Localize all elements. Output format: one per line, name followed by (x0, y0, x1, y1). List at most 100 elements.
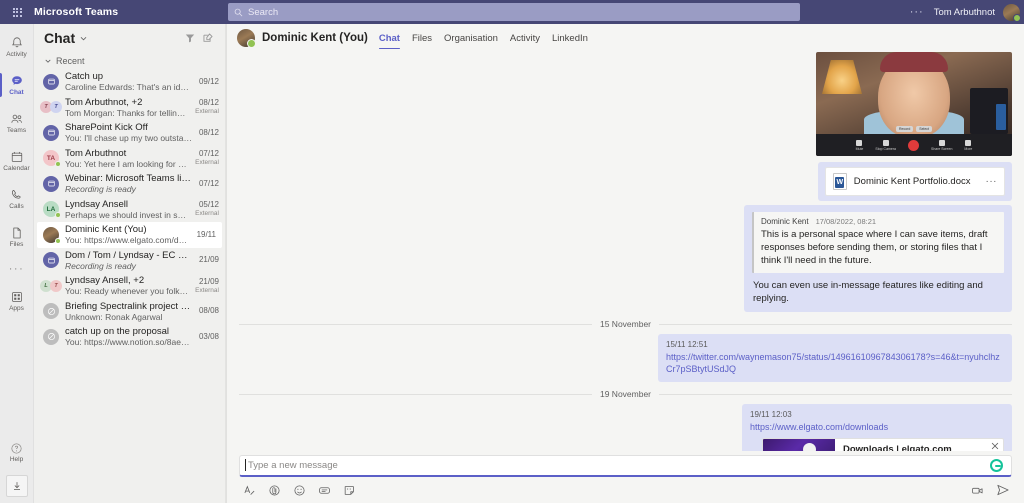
chat-list-section-recent[interactable]: Recent (34, 52, 225, 69)
file-card[interactable]: Dominic Kent Portfolio.docx ··· (825, 167, 1005, 196)
sidebar-item-apps[interactable]: Apps (0, 282, 34, 320)
section-label: Recent (56, 56, 85, 66)
list-item-selected[interactable]: Dominic Kent (You) You: https://www.elga… (37, 222, 222, 248)
list-item-name: Dominic Kent (You) (65, 224, 191, 235)
rail-bottom: Help (0, 433, 34, 503)
global-search[interactable]: Search (228, 3, 800, 21)
list-item[interactable]: LT Lyndsay Ansell, +2 You: Ready wheneve… (34, 273, 225, 299)
list-item[interactable]: TT Tom Arbuthnot, +2 Tom Morgan: Thanks … (34, 95, 225, 121)
contact-avatar[interactable] (237, 29, 255, 47)
app-launcher-grid-icon[interactable] (0, 8, 34, 17)
message-input-box[interactable]: Type a new message (239, 455, 1012, 477)
sticker-icon[interactable] (343, 484, 356, 497)
tab-organisation[interactable]: Organisation (444, 24, 498, 52)
list-item-name: Catch up (65, 71, 193, 82)
list-item-preview: You: https://www.elgato.com/downloads (65, 235, 191, 245)
mute-control[interactable]: Mute (856, 140, 864, 151)
video-message-icon[interactable] (971, 484, 984, 497)
tab-activity[interactable]: Activity (510, 24, 540, 52)
list-item[interactable]: Catch up Caroline Edwards: That's an ide… (34, 69, 225, 95)
video-thumbnail-message[interactable]: Record Select Mute Stop Camera Share Scr… (816, 52, 1012, 156)
video-pill-buttons[interactable]: Record Select (896, 126, 932, 132)
list-item-date: 07/12 (199, 179, 219, 188)
more-control[interactable]: More (964, 140, 972, 151)
video-pill-record[interactable]: Record (896, 126, 913, 132)
list-item[interactable]: LA Lyndsay Ansell Perhaps we should inve… (34, 197, 225, 223)
stop-camera-control[interactable]: Stop Camera (875, 140, 896, 151)
sidebar-item-label: Calendar (3, 165, 29, 172)
message-row: 19/11 12:03 https://www.elgato.com/downl… (239, 404, 1012, 451)
sidebar-item-files[interactable]: Files (0, 218, 34, 256)
sidebar-item-help[interactable]: Help (0, 433, 34, 471)
message-link[interactable]: https://twitter.com/waynemason75/status/… (666, 351, 1004, 375)
compose-area: Type a new message (227, 451, 1024, 503)
sidebar-item-label: Chat (9, 89, 23, 96)
video-pill-select[interactable]: Select (916, 126, 932, 132)
list-item-date: 09/12 (199, 77, 219, 86)
date-divider: 15 November (239, 319, 1012, 329)
message-input[interactable]: Type a new message (248, 460, 984, 471)
tab-chat[interactable]: Chat (379, 24, 400, 52)
quoted-timestamp: 17/08/2022, 08:21 (816, 217, 876, 226)
sidebar-item-teams[interactable]: Teams (0, 104, 34, 142)
link-preview-card[interactable]: elgato EMPOWERING CONTENT CREATORS Downl… (762, 438, 1004, 451)
download-app-button[interactable] (6, 475, 28, 497)
file-message-bubble: Dominic Kent Portfolio.docx ··· (818, 162, 1012, 201)
avatar[interactable] (1003, 4, 1020, 21)
list-item[interactable]: Webinar: Microsoft Teams lifecycle, DI..… (34, 171, 225, 197)
avatar (43, 303, 59, 319)
sidebar-item-calls[interactable]: Calls (0, 180, 34, 218)
giphy-icon[interactable] (318, 484, 331, 497)
sidebar-item-calendar[interactable]: Calendar (0, 142, 34, 180)
quoted-message: Dominic Kent 17/08/2022, 08:21 This is a… (752, 212, 1004, 273)
list-item[interactable]: TA Tom Arbuthnot You: Yet here I am look… (34, 146, 225, 172)
attach-file-icon[interactable] (268, 484, 281, 497)
chevron-down-icon[interactable] (79, 34, 88, 43)
link-preview-wrap: elgato EMPOWERING CONTENT CREATORS Downl… (750, 433, 1004, 451)
calendar-icon (10, 150, 24, 164)
share-screen-control[interactable]: Share Screen (931, 140, 952, 151)
sidebar-item-label: Teams (7, 127, 26, 134)
tab-files[interactable]: Files (412, 24, 432, 52)
sidebar-item-activity[interactable]: Activity (0, 28, 34, 66)
list-item-name: SharePoint Kick Off (65, 122, 193, 133)
message-link[interactable]: https://www.elgato.com/downloads (750, 421, 1004, 433)
list-item-name: Lyndsay Ansell, +2 (65, 275, 189, 286)
file-more-icon[interactable]: ··· (978, 176, 998, 187)
link-message-bubble: 15/11 12:51 https://twitter.com/waynemas… (658, 334, 1012, 382)
list-item-date: 08/08 (199, 306, 219, 315)
close-icon[interactable] (991, 442, 999, 450)
tab-linkedin[interactable]: LinkedIn (552, 24, 588, 52)
format-text-icon[interactable] (243, 484, 256, 497)
message-row: Record Select Mute Stop Camera Share Scr… (239, 52, 1012, 156)
link-preview-thumbnail: elgato EMPOWERING CONTENT CREATORS (763, 439, 835, 451)
sidebar-item-chat[interactable]: Chat (0, 66, 34, 104)
emoji-icon[interactable] (293, 484, 306, 497)
link-preview-title: Downloads | elgato.com (843, 444, 996, 451)
filter-icon[interactable] (181, 29, 199, 47)
list-item-date: 07/12 (199, 149, 219, 158)
message-timestamp: 15/11 12:51 (666, 340, 1004, 349)
record-button[interactable] (908, 140, 919, 151)
send-icon[interactable] (996, 483, 1010, 497)
list-item[interactable]: catch up on the proposal You: https://ww… (34, 324, 225, 350)
list-item-name: catch up on the proposal (65, 326, 193, 337)
chat-title: Dominic Kent (You) (262, 32, 368, 44)
phone-icon (10, 188, 24, 202)
search-input[interactable]: Search (248, 7, 278, 18)
list-item-name: Lyndsay Ansell (65, 199, 189, 210)
list-item-preview: Perhaps we should invest in some carrier… (65, 210, 189, 220)
list-item[interactable]: Dom / Tom / Lyndsay - EC Content an... R… (34, 248, 225, 274)
list-item-preview: Tom Morgan: Thanks for telling us, and s… (65, 108, 189, 118)
new-chat-compose-icon[interactable] (199, 29, 217, 47)
sidebar-more-apps-icon[interactable]: ··· (9, 256, 25, 282)
app-title: Microsoft Teams (34, 6, 118, 18)
avatar (43, 74, 59, 90)
link-preview-message-bubble: 19/11 12:03 https://www.elgato.com/downl… (742, 404, 1012, 451)
list-item[interactable]: SharePoint Kick Off You: I'll chase up m… (34, 120, 225, 146)
grammarly-icon[interactable] (990, 459, 1003, 472)
titlebar-user-name: Tom Arbuthnot (934, 7, 995, 18)
list-item[interactable]: Briefing Spectralink project Dominic K..… (34, 299, 225, 325)
chat-header: Dominic Kent (You) Chat Files Organisati… (227, 24, 1024, 52)
titlebar-more-icon[interactable]: ··· (908, 6, 926, 18)
